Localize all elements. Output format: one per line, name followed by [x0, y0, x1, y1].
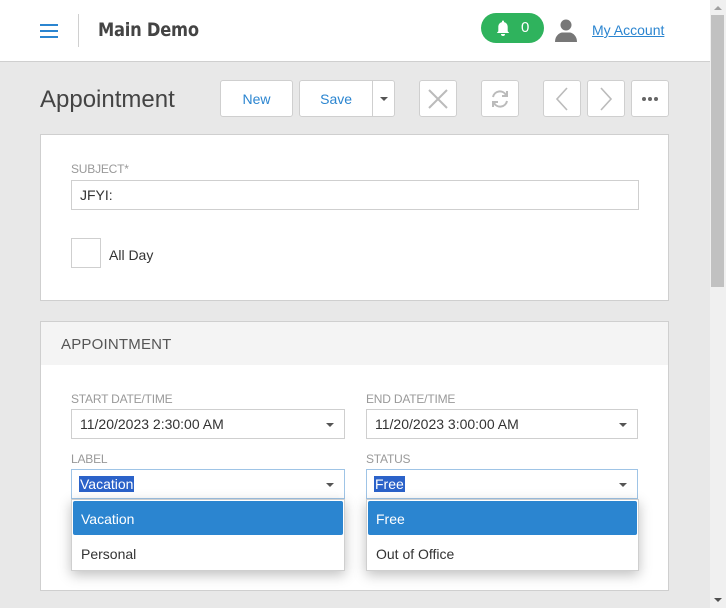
status-combobox[interactable]: Free: [366, 469, 638, 499]
vertical-scrollbar[interactable]: [710, 0, 726, 608]
page-title: Appointment: [40, 86, 175, 113]
user-icon[interactable]: [554, 18, 578, 42]
appointment-section-header: APPOINTMENT: [41, 322, 668, 365]
caret-down-icon[interactable]: [619, 423, 627, 427]
my-account-link[interactable]: My Account: [592, 22, 664, 38]
label-dropdown-list: Vacation Personal: [71, 499, 345, 571]
refresh-icon: [492, 89, 508, 108]
general-panel: SUBJECT* JFYI: All Day: [40, 134, 669, 301]
previous-button[interactable]: [543, 80, 581, 117]
more-icon: [642, 96, 658, 101]
start-datetime-picker[interactable]: 11/20/2023 2:30:00 AM: [71, 409, 345, 439]
status-field-label: STATUS: [366, 452, 411, 466]
close-button[interactable]: [419, 80, 457, 117]
more-actions-button[interactable]: [631, 80, 669, 117]
notifications-count: 0: [521, 19, 530, 36]
status-option[interactable]: Free: [368, 501, 637, 535]
header-divider: [78, 14, 79, 47]
next-button[interactable]: [587, 80, 625, 117]
subject-label: SUBJECT*: [71, 162, 129, 176]
end-datetime-value: 11/20/2023 3:00:00 AM: [375, 416, 519, 432]
hamburger-icon[interactable]: [40, 24, 58, 38]
start-datetime-label: START DATE/TIME: [71, 392, 173, 406]
label-option[interactable]: Vacation: [73, 501, 343, 535]
caret-down-icon[interactable]: [326, 483, 334, 487]
all-day-label: All Day: [109, 247, 154, 263]
label-field-label: LABEL: [71, 452, 108, 466]
close-icon: [428, 88, 448, 109]
chevron-left-icon: [555, 86, 568, 111]
start-datetime-value: 11/20/2023 2:30:00 AM: [80, 416, 224, 432]
end-datetime-label: END DATE/TIME: [366, 392, 456, 406]
save-menu-button[interactable]: [372, 81, 394, 116]
app-header: Main Demo 0 My Account: [0, 0, 710, 62]
chevron-right-icon: [600, 86, 613, 111]
scroll-down-arrow-icon[interactable]: [714, 598, 722, 602]
save-button[interactable]: Save: [300, 91, 372, 107]
status-value: Free: [374, 476, 405, 492]
scroll-up-arrow-icon[interactable]: [714, 6, 722, 10]
notifications-button[interactable]: 0: [481, 13, 544, 43]
subject-input[interactable]: JFYI:: [71, 180, 639, 210]
caret-down-icon: [379, 96, 388, 101]
new-button[interactable]: New: [220, 80, 293, 117]
scroll-thumb[interactable]: [711, 15, 724, 287]
all-day-checkbox[interactable]: [71, 238, 101, 268]
label-option[interactable]: Personal: [73, 536, 343, 570]
end-datetime-picker[interactable]: 11/20/2023 3:00:00 AM: [366, 409, 638, 439]
bell-icon: [496, 20, 510, 36]
appointment-section-title: APPOINTMENT: [61, 336, 172, 353]
refresh-button[interactable]: [481, 80, 519, 117]
status-dropdown-list: Free Out of Office: [366, 499, 639, 571]
status-option[interactable]: Out of Office: [368, 536, 637, 570]
save-button-group: Save: [299, 80, 395, 117]
caret-down-icon[interactable]: [619, 483, 627, 487]
caret-down-icon[interactable]: [326, 423, 334, 427]
label-value: Vacation: [79, 476, 135, 492]
app-title: Main Demo: [98, 19, 199, 41]
label-combobox[interactable]: Vacation: [71, 469, 345, 499]
